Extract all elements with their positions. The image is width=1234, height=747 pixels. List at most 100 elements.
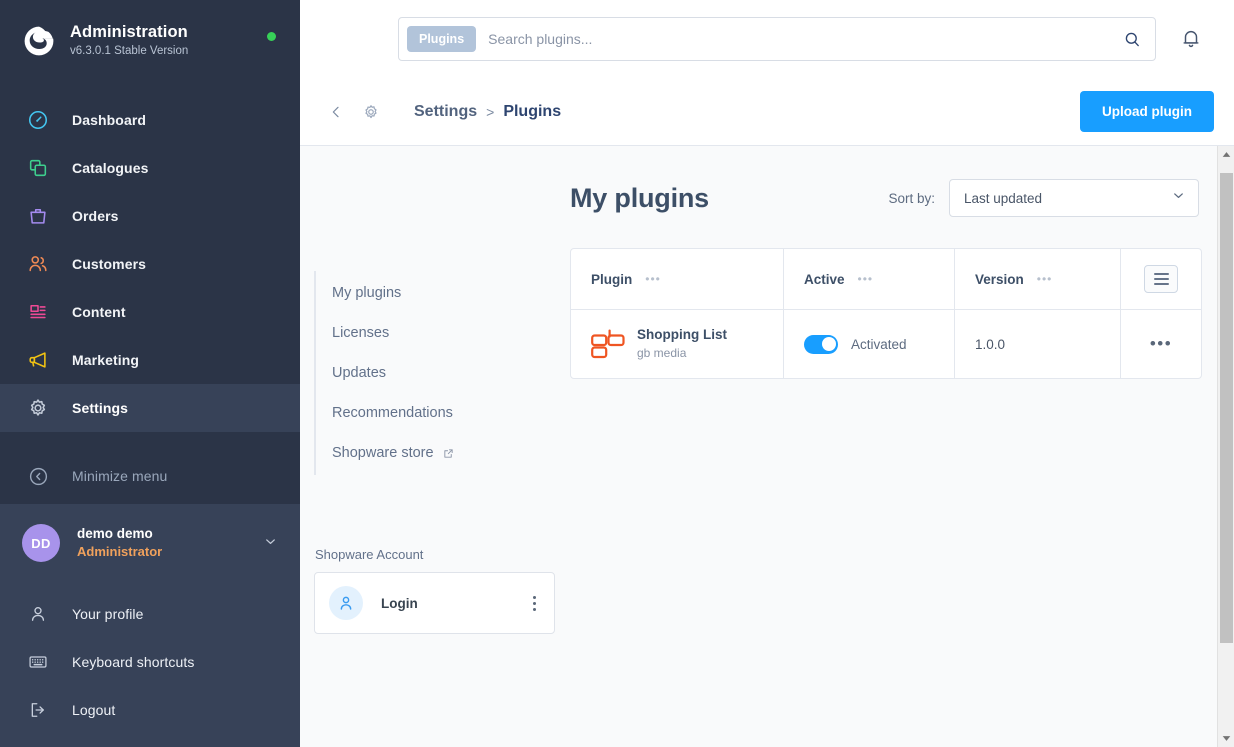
sidebar-item-orders[interactable]: Orders [0, 192, 300, 240]
side-link-label: Recommendations [332, 405, 453, 421]
sidebar-user-section: DD demo demo Administrator Your profile … [0, 504, 300, 747]
cell-active: Activated [784, 310, 955, 378]
content-area: My plugins Licenses Updates Recommendati… [300, 146, 1234, 747]
scrollbar-track[interactable] [1218, 163, 1234, 730]
dashboard-icon [26, 108, 50, 132]
app-root: Administration v6.3.0.1 Stable Version D… [0, 0, 1234, 747]
side-link-label: Shopware store [332, 445, 434, 461]
plugin-active-label: Activated [851, 336, 907, 352]
side-link-label: Updates [332, 365, 387, 381]
content-icon [26, 300, 50, 324]
sort-by-label: Sort by: [888, 190, 935, 206]
back-button[interactable] [320, 104, 352, 120]
sidebar-brand-title: Administration [70, 22, 188, 41]
scroll-up-icon[interactable] [1218, 146, 1234, 163]
main-area: Plugins Search plugins... Settings > Plu… [300, 0, 1234, 747]
column-label: Plugin [591, 271, 633, 287]
sidebar-item-label: Dashboard [72, 112, 147, 128]
minimize-icon [26, 464, 50, 488]
column-label: Active [804, 271, 845, 287]
account-login-label: Login [381, 595, 418, 611]
table-header-row: Plugin ••• Active ••• Version ••• [571, 249, 1201, 310]
sort-select[interactable]: Last updated [949, 179, 1199, 217]
cell-actions: ••• [1121, 310, 1201, 378]
orders-icon [26, 204, 50, 228]
bell-icon[interactable] [1168, 28, 1214, 50]
column-header-version[interactable]: Version ••• [955, 249, 1121, 309]
content-scrollbar[interactable] [1217, 146, 1234, 747]
global-search[interactable]: Plugins [398, 17, 1156, 61]
row-context-menu-icon[interactable]: ••• [1150, 334, 1172, 354]
side-link-my-plugins[interactable]: My plugins [316, 273, 570, 313]
upload-plugin-button[interactable]: Upload plugin [1080, 91, 1214, 132]
column-options-icon[interactable]: ••• [1037, 272, 1053, 286]
column-header-active[interactable]: Active ••• [784, 249, 955, 309]
sort-control: Sort by: Last updated [888, 179, 1199, 217]
plugin-main-column: My plugins Sort by: Last updated Plugin … [570, 176, 1217, 747]
breadcrumb-settings[interactable]: Settings [414, 103, 477, 121]
column-options-icon[interactable]: ••• [645, 272, 661, 286]
sidebar-item-content[interactable]: Content [0, 288, 300, 336]
breadcrumb-separator: > [486, 103, 495, 120]
side-link-label: Licenses [332, 325, 390, 341]
column-options-icon[interactable]: ••• [858, 272, 874, 286]
side-link-licenses[interactable]: Licenses [316, 313, 570, 353]
kebab-menu-icon[interactable] [533, 595, 540, 611]
sidebar-item-dashboard[interactable]: Dashboard [0, 96, 300, 144]
plugin-version: 1.0.0 [975, 336, 1006, 352]
page-title: My plugins [570, 182, 709, 213]
scrollbar-thumb[interactable] [1219, 173, 1233, 643]
chevron-down-icon[interactable] [263, 534, 278, 552]
sidebar-brand[interactable]: Administration v6.3.0.1 Stable Version [0, 0, 300, 82]
smart-bar: Settings > Plugins Upload plugin [300, 78, 1234, 146]
sidebar-item-keyboard-shortcuts[interactable]: Keyboard shortcuts [0, 638, 300, 686]
user-menu: Your profile Keyboard shortcuts Logout [0, 576, 300, 734]
marketing-icon [26, 348, 50, 372]
user-name: demo demo [77, 526, 153, 542]
gb-media-logo-icon [591, 329, 625, 359]
sidebar-item-label: Customers [72, 256, 147, 272]
plugin-table: Plugin ••• Active ••• Version ••• Shoppi… [570, 248, 1202, 379]
search-icon[interactable] [1115, 30, 1149, 49]
search-scope-tag[interactable]: Plugins [407, 26, 477, 52]
table-settings-icon[interactable] [1144, 265, 1178, 293]
shopware-logo-icon [24, 26, 54, 56]
table-row[interactable]: Shopping List gb media Activated 1.0.0 •… [571, 310, 1201, 378]
scroll-down-icon[interactable] [1218, 730, 1234, 747]
plugin-list-header: My plugins Sort by: Last updated [570, 176, 1199, 220]
column-header-plugin[interactable]: Plugin ••• [571, 249, 784, 309]
sidebar-item-label: Your profile [72, 606, 144, 622]
sidebar-item-label: Catalogues [72, 160, 149, 176]
shopware-account-label: Shopware Account [315, 547, 424, 562]
sidebar-item-marketing[interactable]: Marketing [0, 336, 300, 384]
user-icon [26, 602, 50, 626]
sidebar-item-settings[interactable]: Settings [0, 384, 300, 432]
side-link-recommendations[interactable]: Recommendations [316, 393, 570, 433]
customers-icon [26, 252, 50, 276]
sidebar-item-logout[interactable]: Logout [0, 686, 300, 734]
sidebar: Administration v6.3.0.1 Stable Version D… [0, 0, 300, 747]
shopware-account-card[interactable]: Login [314, 572, 555, 634]
gear-icon [26, 396, 50, 420]
chevron-down-icon [1171, 188, 1186, 208]
user-profile-row[interactable]: DD demo demo Administrator [0, 510, 300, 576]
search-input[interactable] [488, 31, 1115, 47]
settings-gear-icon[interactable] [352, 103, 390, 121]
avatar: DD [22, 524, 60, 562]
cell-plugin: Shopping List gb media [571, 310, 784, 378]
sidebar-item-label: Orders [72, 208, 119, 224]
plugin-active-toggle[interactable] [804, 334, 838, 354]
sidebar-item-your-profile[interactable]: Your profile [0, 590, 300, 638]
breadcrumb-plugins[interactable]: Plugins [503, 103, 561, 121]
sidebar-item-label: Settings [72, 400, 129, 416]
sort-select-value: Last updated [964, 190, 1043, 206]
cell-version: 1.0.0 [955, 310, 1121, 378]
sidebar-item-customers[interactable]: Customers [0, 240, 300, 288]
column-header-actions [1121, 249, 1201, 309]
plugin-side-menu: My plugins Licenses Updates Recommendati… [314, 271, 570, 475]
sidebar-item-catalogues[interactable]: Catalogues [0, 144, 300, 192]
side-link-shopware-store[interactable]: Shopware store [316, 433, 570, 473]
content-inner: My plugins Licenses Updates Recommendati… [300, 146, 1217, 747]
side-link-updates[interactable]: Updates [316, 353, 570, 393]
minimize-menu-button[interactable]: Minimize menu [0, 448, 300, 504]
